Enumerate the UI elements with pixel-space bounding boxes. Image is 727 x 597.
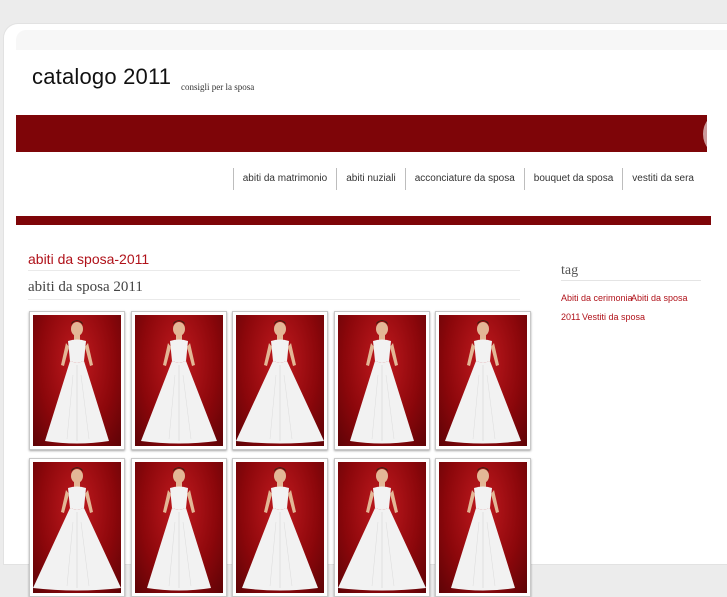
header-shade [16,30,727,50]
divider [28,270,520,271]
site-tagline: consigli per la sposa [181,82,255,92]
gallery-thumbnail[interactable] [435,458,531,597]
gallery-thumbnail[interactable] [232,311,328,450]
post-subtitle: abiti da sposa 2011 [28,279,143,295]
tag-link-vestiti-da-sposa[interactable]: Vestiti da sposa [582,312,645,322]
gallery-thumbnail[interactable] [334,458,430,597]
sidebar-divider [561,280,701,281]
nav-item-vestiti-da-sera[interactable]: vestiti da sera [622,168,703,190]
tag-link-abiti-da-sposa[interactable]: Abiti da sposa [631,293,688,303]
gallery-thumbnail[interactable] [334,311,430,450]
gallery-thumbnail[interactable] [131,458,227,597]
tag-link-2011[interactable]: 2011 [561,312,580,322]
dress-photo [33,315,121,446]
site-title[interactable]: catalogo 2011 [32,64,171,90]
dress-photo [439,315,527,446]
nav-item-acconciature-da-sposa[interactable]: acconciature da sposa [404,168,524,190]
dress-photo [236,315,324,446]
gallery-thumbnail[interactable] [29,458,125,597]
gallery-thumbnail[interactable] [131,311,227,450]
header-banner [16,115,707,152]
sidebar-heading: tag [561,263,579,278]
gallery-thumbnail[interactable] [435,311,531,450]
dress-photo [439,462,527,593]
content-top-rule [16,216,711,225]
nav-item-bouquet-da-sposa[interactable]: bouquet da sposa [523,168,623,190]
dress-photo [135,315,223,446]
dress-photo [338,462,426,593]
tag-link-abiti-da-cerimonia[interactable]: Abiti da cerimonia [561,293,633,303]
dress-photo [33,462,121,593]
divider [28,299,520,300]
dress-photo [338,315,426,446]
dress-gallery [29,311,539,597]
dress-photo [236,462,324,593]
nav-item-abiti-da-matrimonio[interactable]: abiti da matrimonio [232,168,336,190]
gallery-thumbnail[interactable] [29,311,125,450]
main-nav: abiti da matrimonio abiti nuziali acconc… [232,168,703,190]
nav-item-abiti-nuziali[interactable]: abiti nuziali [336,168,404,190]
dress-photo [135,462,223,593]
gallery-thumbnail[interactable] [232,458,328,597]
post-title-link[interactable]: abiti da sposa-2011 [28,251,149,267]
